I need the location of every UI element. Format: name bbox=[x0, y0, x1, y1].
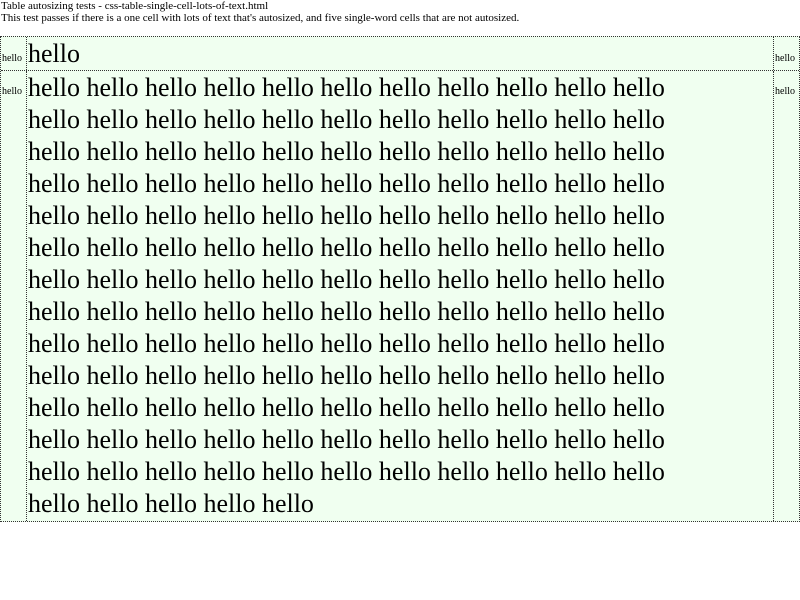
table-cell-row1-right: hello bbox=[775, 53, 795, 64]
test-description: This test passes if there is a one cell … bbox=[1, 12, 520, 24]
autosizing-table: hello hello hello hello hello hello hell… bbox=[0, 36, 800, 522]
table-cell-row2-left: hello bbox=[1, 71, 27, 521]
table-cell-row1-left: hello bbox=[1, 37, 27, 70]
table-row: hello hello hello bbox=[1, 37, 799, 71]
page-title: Table autosizing tests - css-table-singl… bbox=[1, 0, 269, 12]
test-page: Table autosizing tests - css-table-singl… bbox=[0, 0, 800, 600]
table-cell-row2-center-autosized: hello hello hello hello hello hello hell… bbox=[27, 71, 774, 521]
table-row: hello hello hello hello hello hello hell… bbox=[1, 71, 799, 521]
table-cell-row2-right: hello bbox=[775, 86, 795, 97]
table-cell-row1-center: hello bbox=[27, 37, 774, 70]
